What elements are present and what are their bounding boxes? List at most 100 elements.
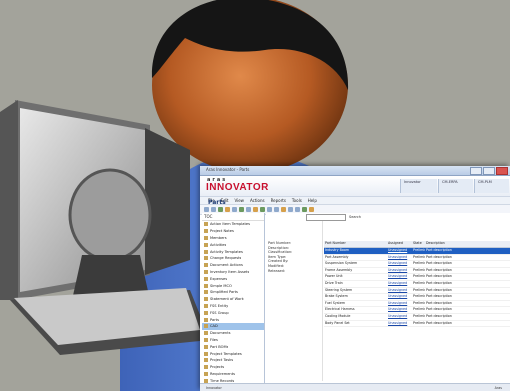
sidebar-item[interactable]: Project Templates <box>202 350 264 357</box>
toolbar-icon[interactable] <box>239 207 244 212</box>
toolbar-icon[interactable] <box>246 207 251 212</box>
table-cell[interactable]: Unassigned <box>387 261 412 267</box>
table-cell[interactable]: Unassigned <box>387 307 412 313</box>
sidebar-item[interactable]: Inventory Item Assets <box>202 269 264 276</box>
table-row[interactable]: Brake System UnassignedPreliminaryPart de… <box>324 294 510 301</box>
sidebar-item[interactable]: Change Requests <box>202 255 264 262</box>
table-cell: Frame Assembly <box>325 267 353 272</box>
sidebar-item[interactable]: Document Actions <box>202 262 264 269</box>
table-row[interactable]: Body Panel Set UnassignedPreliminaryPart … <box>324 321 510 328</box>
toolbar-icon[interactable] <box>309 207 314 212</box>
column-header[interactable]: Description <box>425 241 504 247</box>
table-cell: Fuel System <box>325 300 346 305</box>
menu-reports[interactable]: Reports <box>271 198 286 203</box>
table-row[interactable]: Drive Train UnassignedPreliminaryPart des… <box>324 281 510 288</box>
table-cell: Brake System <box>325 294 348 299</box>
status-box-2: CM-ERPA <box>438 179 473 193</box>
sidebar-item[interactable]: CAD <box>202 322 264 330</box>
folder-icon <box>204 317 208 322</box>
toolbar-icon[interactable] <box>204 207 209 212</box>
brand-header: aras INNOVATOR Innovator CM-ERPA CM-PLM <box>200 176 510 197</box>
sidebar-item[interactable]: Members <box>202 235 264 242</box>
sidebar-item[interactable]: FSS Group <box>202 309 264 316</box>
toolbar-icon[interactable] <box>211 207 216 212</box>
sidebar-item[interactable]: Parts <box>202 316 264 323</box>
toc-sidebar: TOC Action Item Templates Project Notes Me… <box>202 213 265 383</box>
table-row[interactable]: Industry Boom UnassignedPreliminaryPart d… <box>324 248 510 255</box>
table-cell: Part description <box>426 261 452 266</box>
table-cell: Part description <box>426 248 452 252</box>
close-icon[interactable] <box>496 167 508 175</box>
table-row[interactable]: Electrical Harness UnassignedPreliminaryP… <box>324 307 510 314</box>
menu-help[interactable]: Help <box>308 198 317 203</box>
sidebar-item[interactable]: FSS Entity <box>202 303 264 310</box>
sidebar-item[interactable]: Part BOMs <box>202 343 264 350</box>
sidebar-item[interactable]: Activities <box>202 241 264 248</box>
toolbar-icon[interactable] <box>281 207 286 212</box>
column-header[interactable]: Part Number <box>324 241 387 247</box>
toolbar-icon[interactable] <box>295 207 300 212</box>
table-cell[interactable]: Unassigned <box>387 268 412 274</box>
table-row[interactable]: Frame Assembly UnassignedPreliminaryPart … <box>324 268 510 275</box>
status-box-1: Innovator <box>400 179 437 193</box>
table-cell: Preliminary <box>413 307 425 312</box>
table-cell[interactable]: Unassigned <box>387 301 412 307</box>
sidebar-item-label: Simplified Parts <box>210 290 238 295</box>
table-row[interactable]: Steering System UnassignedPreliminaryPart… <box>324 288 510 295</box>
table-row[interactable]: Power Unit UnassignedPreliminaryPart desc… <box>324 274 510 281</box>
search-button[interactable]: Search <box>349 215 361 219</box>
sidebar-item-label: Requirements <box>210 371 235 376</box>
table-cell[interactable]: Unassigned <box>387 255 412 261</box>
table-row[interactable]: Suspension System UnassignedPreliminaryPa… <box>324 261 510 268</box>
toolbar-icon[interactable] <box>260 207 265 212</box>
table-row[interactable]: Fuel System UnassignedPreliminaryPart des… <box>324 301 510 308</box>
table-cell[interactable]: Unassigned <box>387 321 412 327</box>
folder-icon <box>204 331 208 336</box>
sidebar-item[interactable]: Simple MCO <box>202 282 264 289</box>
table-cell[interactable]: Unassigned <box>387 281 412 287</box>
toolbar-icon[interactable] <box>232 207 237 212</box>
table-cell: Part description <box>426 280 452 285</box>
maximize-icon[interactable] <box>483 167 495 175</box>
sidebar-item[interactable]: Project Tasks <box>202 357 264 364</box>
menu-actions[interactable]: Actions <box>250 198 265 203</box>
table-cell[interactable]: Unassigned <box>387 288 412 294</box>
table-cell: Preliminary <box>413 274 425 279</box>
sidebar-item[interactable]: Requirements <box>202 371 264 378</box>
folder-icon <box>204 371 208 376</box>
toolbar-icon[interactable] <box>225 207 230 212</box>
table-row[interactable]: Part Assembly UnassignedPreliminaryPart d… <box>324 255 510 262</box>
toolbar-icon[interactable] <box>302 207 307 212</box>
sidebar-item[interactable]: Simplified Parts <box>202 289 264 296</box>
table-cell[interactable]: Unassigned <box>387 274 412 280</box>
table-cell[interactable]: Unassigned <box>387 248 412 254</box>
table-cell[interactable]: Unassigned <box>387 314 412 320</box>
table-cell[interactable]: Unassigned <box>387 294 412 300</box>
toolbar-icon[interactable] <box>288 207 293 212</box>
sidebar-item-label: Part BOMs <box>210 344 229 349</box>
toolbar-icon[interactable] <box>253 207 258 212</box>
sidebar-item[interactable]: Expenses <box>202 275 264 282</box>
brand-logo: INNOVATOR <box>206 182 269 193</box>
minimize-icon[interactable] <box>470 167 482 175</box>
column-header[interactable]: State <box>412 241 425 247</box>
sidebar-item[interactable]: Files <box>202 337 264 344</box>
toolbar-icon[interactable] <box>274 207 279 212</box>
table-cell: Part description <box>426 274 452 279</box>
table-row[interactable]: Cooling Module UnassignedPreliminaryPart … <box>324 314 510 321</box>
sidebar-item[interactable]: Project Notes <box>202 228 264 235</box>
search-input[interactable] <box>306 213 346 221</box>
sidebar-item[interactable]: Activity Templates <box>202 248 264 255</box>
toolbar-icon[interactable] <box>218 207 223 212</box>
toolbar-icon[interactable] <box>267 207 272 212</box>
sidebar-item[interactable]: Statement of Work <box>202 296 264 303</box>
column-header[interactable]: Assigned <box>387 241 412 247</box>
menu-tools[interactable]: Tools <box>292 198 302 203</box>
table-cell: Part description <box>426 307 452 312</box>
menu-view[interactable]: View <box>234 198 244 203</box>
window-title: Aras Innovator - Parts <box>206 167 250 172</box>
table-cell: Part description <box>426 294 452 299</box>
sidebar-item[interactable]: Action Item Templates <box>202 221 264 228</box>
sidebar-item[interactable]: Documents <box>202 330 264 337</box>
sidebar-item[interactable]: Projects <box>202 364 264 371</box>
